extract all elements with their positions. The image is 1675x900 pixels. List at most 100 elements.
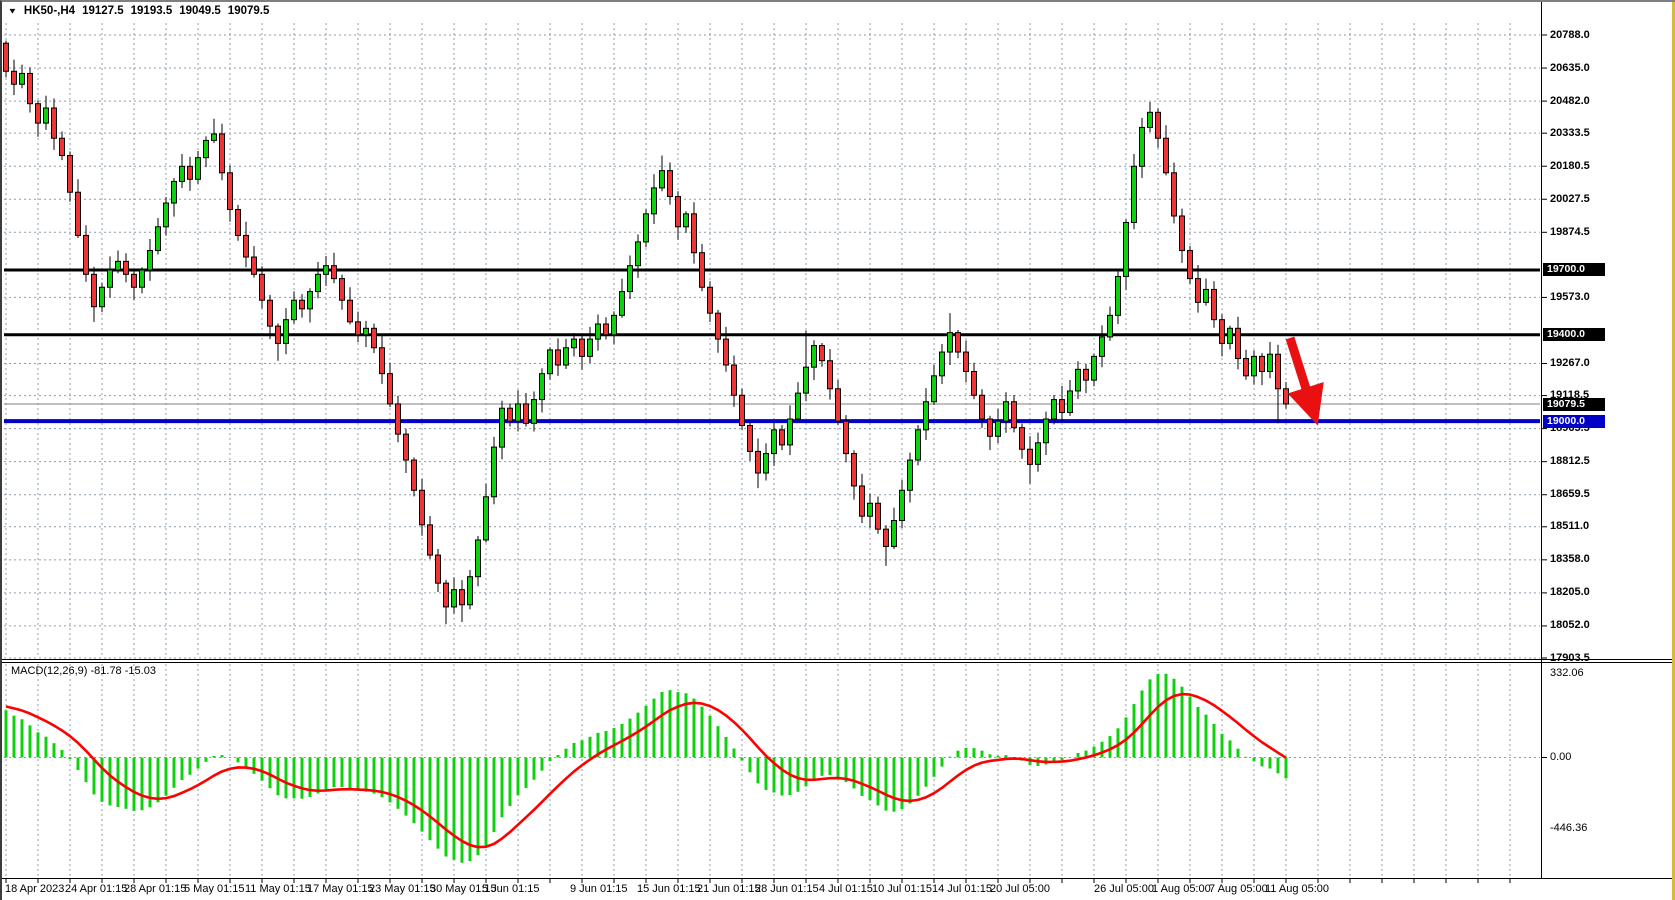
candle-body [28, 73, 33, 103]
candle-body [164, 203, 169, 227]
time-tick-label: 7 Aug 05:00 [1209, 883, 1268, 895]
candle-body [92, 274, 97, 306]
candle-body [604, 324, 609, 335]
candle-body [1116, 276, 1121, 315]
price-tick-label: 18358.0 [1550, 553, 1590, 565]
candle-body [1172, 173, 1177, 216]
candle-body [780, 430, 785, 445]
candle-body [484, 497, 489, 540]
macd-indicator-label: MACD(12,26,9) -81.78 -15.03 [11, 665, 156, 677]
candle-body [292, 300, 297, 319]
candle-body [188, 166, 193, 179]
candle-body [636, 242, 641, 266]
time-tick-label: 20 Jul 05:00 [990, 883, 1050, 895]
candle-body [1004, 402, 1009, 421]
price-tick-label: 20027.5 [1550, 193, 1590, 205]
candle-body [724, 339, 729, 365]
candle-body [772, 430, 777, 454]
candle-body [988, 419, 993, 436]
candle-body [124, 261, 129, 274]
candle-body [964, 352, 969, 371]
candle-body [284, 320, 289, 344]
candle-body [812, 346, 817, 368]
candle-body [924, 402, 929, 430]
candle-body [684, 214, 689, 227]
candle-body [1236, 328, 1241, 358]
price-tick-label: 20180.5 [1550, 160, 1590, 172]
candle-body [412, 460, 417, 490]
ohlc-high: 19193.5 [131, 5, 173, 17]
candle-body [1244, 359, 1249, 376]
candle-body [900, 490, 905, 520]
candle-body [764, 454, 769, 473]
candle-body [60, 138, 65, 155]
candle-body [316, 274, 321, 291]
ohlc-close: 19079.5 [228, 5, 270, 17]
candle-body [1196, 279, 1201, 303]
candle-body [508, 408, 513, 421]
candle-body [1124, 222, 1129, 276]
candle-body [4, 43, 9, 71]
candle-body [628, 266, 633, 292]
candle-body [252, 257, 257, 274]
candle-body [596, 324, 601, 339]
panel-separator-line[interactable] [2, 659, 1675, 660]
time-tick-label: 28 Jun 01:15 [755, 883, 819, 895]
price-marker-label: 19700.0 [1543, 263, 1605, 276]
candle-body [84, 235, 89, 274]
candle-body [564, 348, 569, 365]
candle-body [1204, 289, 1209, 302]
candle-body [52, 108, 57, 138]
time-axis-separator [2, 878, 1675, 879]
candle-body [748, 425, 753, 451]
candle-body [276, 326, 281, 343]
candle-body [1020, 428, 1025, 450]
candle-body [428, 525, 433, 555]
candle-body [444, 583, 449, 607]
candle-body [556, 350, 561, 365]
candle-body [884, 529, 889, 546]
candle-body [1228, 328, 1233, 343]
panel-separator-line[interactable] [2, 662, 1675, 663]
symbol-dropdown-icon[interactable]: ▼ [8, 7, 18, 16]
price-tick-label: 18812.5 [1550, 455, 1590, 467]
candle-body [460, 590, 465, 605]
macd-axis-label: 332.06 [1550, 667, 1584, 679]
candle-body [76, 192, 81, 235]
candle-body [1108, 315, 1113, 337]
time-tick-label: 9 Jun 01:15 [570, 883, 628, 895]
time-tick-label: 11 Aug 05:00 [1265, 883, 1329, 895]
candle-body [36, 104, 41, 123]
macd-signal-value: -15.03 [125, 665, 156, 677]
time-tick-label: 5 Jun 01:15 [482, 883, 540, 895]
candle-body [1268, 354, 1273, 371]
price-tick-label: 18205.0 [1550, 586, 1590, 598]
candle-body [620, 292, 625, 316]
candle-body [100, 287, 105, 306]
candle-body [228, 173, 233, 210]
candle-body [1092, 356, 1097, 380]
down-arrow-annotation[interactable] [1290, 338, 1309, 398]
candle-body [1284, 389, 1289, 404]
price-tick-label: 19573.0 [1550, 291, 1590, 303]
time-tick-label: 24 Apr 01:15 [65, 883, 127, 895]
candle-body [892, 521, 897, 547]
candle-body [1044, 419, 1049, 443]
candle-body [820, 346, 825, 361]
candle-body [1140, 127, 1145, 166]
candle-body [660, 171, 665, 188]
candle-body [732, 365, 737, 395]
ohlc-low: 19049.5 [179, 5, 221, 17]
candle-body [244, 235, 249, 257]
candle-body [340, 279, 345, 301]
candle-body [668, 171, 673, 197]
candle-body [524, 404, 529, 423]
price-axis-separator [1541, 2, 1542, 878]
candle-body [332, 266, 337, 279]
candle-body [436, 555, 441, 583]
time-tick-label: 14 Jul 01:15 [932, 883, 992, 895]
price-tick-label: 20635.0 [1550, 62, 1590, 74]
candle-body [1276, 354, 1281, 389]
candle-body [548, 350, 553, 374]
candle-body [1156, 112, 1161, 138]
